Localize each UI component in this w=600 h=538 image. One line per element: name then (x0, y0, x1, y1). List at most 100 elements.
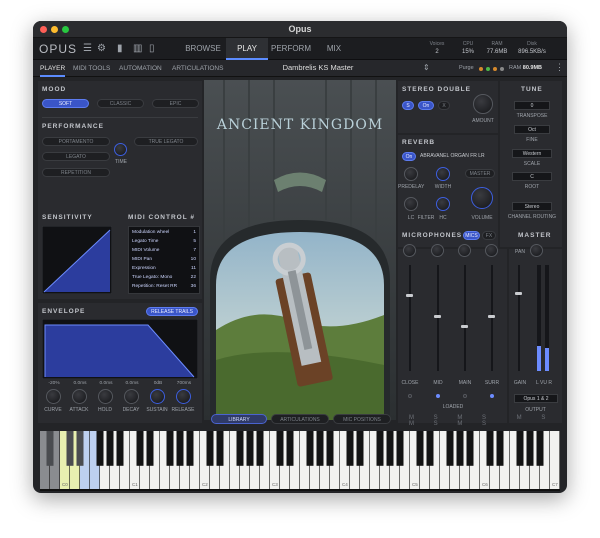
lc-knob[interactable] (404, 197, 418, 211)
legato-time-knob[interactable] (114, 143, 127, 156)
channel-routing-select[interactable]: Stereo (512, 202, 552, 211)
hold-knob[interactable] (98, 389, 113, 404)
black-key[interactable] (446, 431, 454, 466)
true-legato-button[interactable]: TRUE LEGATO (134, 137, 198, 146)
keyboard-keys[interactable]: C0 C1 C2 C3 C4 C5 C6 C7 (40, 431, 560, 491)
hc-knob[interactable] (436, 197, 450, 211)
mic-positions-tab[interactable]: MIC POSITIONS (333, 414, 391, 424)
envelope-graph[interactable] (42, 319, 198, 379)
black-key[interactable] (426, 431, 434, 466)
reverb-master-button[interactable]: MASTER (465, 169, 495, 178)
sustain-knob[interactable] (150, 389, 165, 404)
list-item[interactable]: Legato Time 5 (132, 239, 196, 247)
black-key[interactable] (136, 431, 144, 466)
black-key[interactable] (186, 431, 194, 466)
mid-fader-handle[interactable] (434, 314, 441, 318)
decay-knob[interactable] (124, 389, 139, 404)
close-fader-track[interactable] (409, 265, 411, 371)
black-key[interactable] (356, 431, 364, 466)
black-key[interactable] (396, 431, 404, 466)
master-pan-knob[interactable] (530, 244, 543, 257)
black-key[interactable] (76, 431, 84, 466)
mood-epic-button[interactable]: EPIC (152, 99, 199, 108)
gain-fader-handle[interactable] (515, 292, 522, 295)
black-key[interactable] (486, 431, 494, 466)
gear-icon[interactable]: ⚙ (97, 43, 106, 54)
black-key[interactable] (346, 431, 354, 466)
black-key[interactable] (206, 431, 214, 466)
root-select[interactable]: C (512, 172, 552, 181)
black-key[interactable] (466, 431, 474, 466)
black-key[interactable] (66, 431, 74, 466)
mid-pan-knob[interactable] (431, 244, 444, 257)
black-key[interactable] (496, 431, 504, 466)
black-key[interactable] (276, 431, 284, 466)
black-key[interactable] (306, 431, 314, 466)
black-key[interactable] (416, 431, 424, 466)
fx-tab[interactable]: FX (482, 231, 496, 240)
instrument-name[interactable]: Dambrelis KS Master (263, 63, 373, 72)
gain-fader-track[interactable] (518, 265, 520, 371)
black-key[interactable] (146, 431, 154, 466)
articulations-tab[interactable]: ARTICULATIONS (271, 414, 329, 424)
tab-mix[interactable]: MIX (314, 38, 354, 60)
repetition-button[interactable]: REPETITION (42, 168, 110, 177)
black-key[interactable] (516, 431, 524, 466)
mood-soft-button[interactable]: SOFT (42, 99, 89, 108)
black-key[interactable] (286, 431, 294, 466)
list-item[interactable]: True Legato: Mono 22 (132, 275, 196, 283)
black-key[interactable] (166, 431, 174, 466)
black-key[interactable] (376, 431, 384, 466)
list-item[interactable]: MIDI Pan 10 (132, 257, 196, 265)
legato-button[interactable]: LEGATO (42, 152, 110, 161)
curve-knob[interactable] (46, 389, 61, 404)
black-key[interactable] (456, 431, 464, 466)
reverb-volume-knob[interactable] (471, 187, 493, 209)
surr-fader-track[interactable] (491, 265, 493, 371)
portamento-button[interactable]: PORTAMENTO (42, 137, 110, 146)
list-item[interactable]: Modulation wheel 1 (132, 230, 196, 238)
reverb-on-toggle[interactable]: On (402, 152, 416, 161)
more-options-icon[interactable]: ⋮ (555, 62, 564, 73)
purge-button-2[interactable] (486, 67, 490, 71)
black-key[interactable] (246, 431, 254, 466)
amount-knob[interactable] (473, 94, 493, 114)
black-key[interactable] (526, 431, 534, 466)
mid-fader-track[interactable] (437, 265, 439, 371)
release-trails-button[interactable]: RELEASE TRAILS (146, 307, 198, 316)
main-pan-knob[interactable] (458, 244, 471, 257)
instrument-arrows-icon[interactable]: ⇕ (423, 63, 430, 72)
purge-button-1[interactable] (479, 67, 483, 71)
velocity-curve-graph[interactable] (42, 226, 112, 294)
mood-classic-button[interactable]: CLASSIC (97, 99, 144, 108)
width-knob[interactable] (436, 167, 450, 181)
surr-load-button[interactable] (490, 394, 494, 398)
predelay-knob[interactable] (404, 167, 418, 181)
subtab-articulations[interactable]: ARTICULATIONS (172, 60, 223, 77)
scale-select[interactable]: Western (512, 149, 552, 158)
black-key[interactable] (96, 431, 104, 466)
menu-icon[interactable]: ☰ (83, 43, 92, 54)
mic-solo-mute-row[interactable]: M S M S M S M S (399, 415, 505, 427)
stereo-double-x-toggle[interactable]: X (438, 101, 450, 110)
tab-perform[interactable]: PERFORM (268, 38, 314, 60)
stereo-double-s-toggle[interactable]: S (402, 101, 414, 110)
list-item[interactable]: Repetition: Reset RR 36 (132, 284, 196, 292)
output-select[interactable]: Opus 1 & 2 (514, 394, 558, 403)
fine-stepper[interactable]: Oct (514, 125, 550, 134)
purge-button-4[interactable] (500, 67, 504, 71)
piano-icon[interactable]: ▥ (133, 43, 142, 54)
layout-right-icon[interactable]: ▯ (149, 43, 155, 54)
mics-tab[interactable]: MICS (463, 231, 480, 240)
main-load-button[interactable] (463, 394, 467, 398)
piano-keyboard[interactable]: C0 C1 C2 C3 C4 C5 C6 C7 (40, 431, 560, 491)
transpose-stepper[interactable]: 0 (514, 101, 550, 110)
midi-control-list[interactable]: Modulation wheel 1 Legato Time 5 MIDI Volu… (128, 226, 200, 294)
close-fader-handle[interactable] (406, 293, 413, 297)
layout-left-icon[interactable]: ▮ (117, 43, 123, 54)
close-pan-knob[interactable] (403, 244, 416, 257)
release-knob[interactable] (176, 389, 191, 404)
black-key[interactable] (536, 431, 544, 466)
subtab-player[interactable]: PLAYER (40, 60, 66, 77)
list-item[interactable]: MIDI Volume 7 (132, 248, 196, 256)
